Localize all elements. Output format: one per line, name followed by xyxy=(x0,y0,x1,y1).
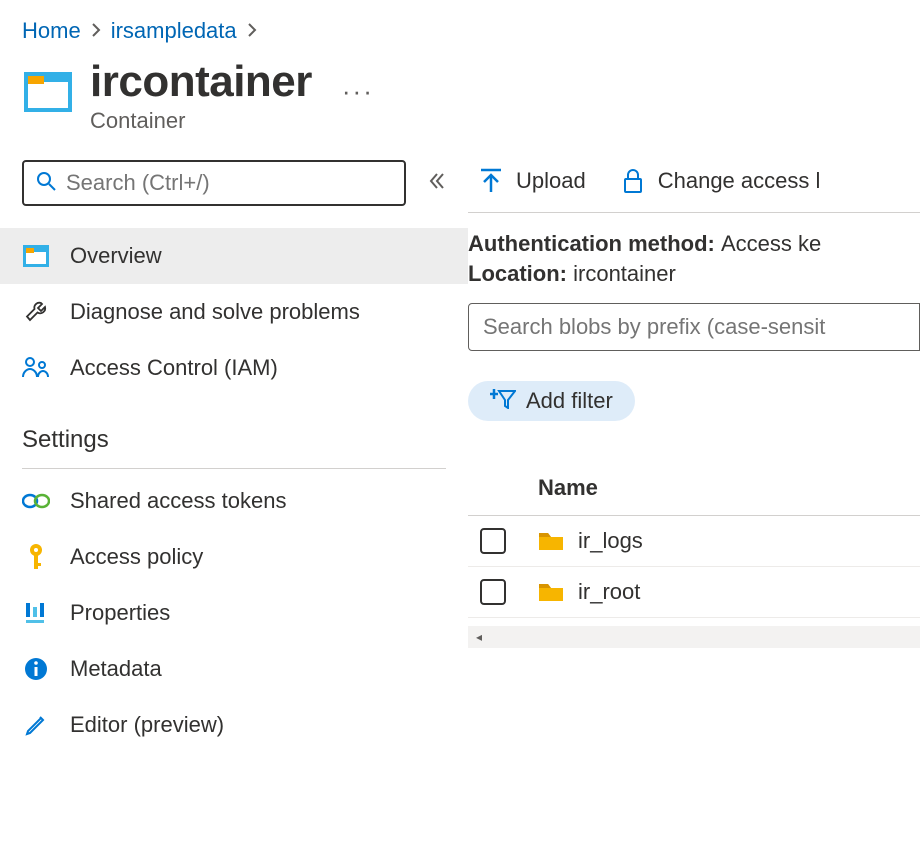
nav-overview-label: Overview xyxy=(70,243,162,269)
nav-editor-label: Editor (preview) xyxy=(70,712,224,738)
nav-iam[interactable]: Access Control (IAM) xyxy=(0,340,468,396)
upload-button[interactable]: Upload xyxy=(478,168,586,194)
change-access-label: Change access l xyxy=(658,168,821,194)
table-row[interactable]: ir_logs xyxy=(468,516,920,567)
blob-table: Name ir_logs ir_root xyxy=(468,465,920,648)
sidebar-search[interactable] xyxy=(22,160,406,206)
search-icon xyxy=(36,171,56,196)
pencil-icon xyxy=(22,711,50,739)
scroll-left-button[interactable]: ◂ xyxy=(468,626,490,648)
nav-sas[interactable]: Shared access tokens xyxy=(0,473,468,529)
row-checkbox[interactable] xyxy=(480,579,506,605)
horizontal-scrollbar[interactable]: ◂ xyxy=(468,626,920,648)
column-name[interactable]: Name xyxy=(538,475,598,501)
nav-editor[interactable]: Editor (preview) xyxy=(0,697,468,753)
change-access-button[interactable]: Change access l xyxy=(620,168,821,194)
nav-metadata-label: Metadata xyxy=(70,656,162,682)
add-filter-label: Add filter xyxy=(526,388,613,414)
more-menu-button[interactable]: ··· xyxy=(328,58,374,107)
info-icon xyxy=(22,655,50,683)
row-name: ir_root xyxy=(578,579,640,605)
nav-metadata[interactable]: Metadata xyxy=(0,641,468,697)
nav-diagnose[interactable]: Diagnose and solve problems xyxy=(0,284,468,340)
container-small-icon xyxy=(22,242,50,270)
table-header: Name xyxy=(468,465,920,516)
breadcrumb-resource[interactable]: irsampledata xyxy=(111,18,237,44)
divider xyxy=(22,468,446,469)
page-title-row: ircontainer Container ··· xyxy=(0,52,920,142)
upload-icon xyxy=(478,168,504,194)
chevron-right-icon xyxy=(247,21,257,42)
chevron-right-icon xyxy=(91,21,101,42)
nav-overview[interactable]: Overview xyxy=(0,228,468,284)
wrench-icon xyxy=(22,298,50,326)
container-icon xyxy=(22,66,74,118)
location: Location: ircontainer xyxy=(468,259,920,289)
key-icon xyxy=(22,543,50,571)
auth-method: Authentication method: Access ke xyxy=(468,229,920,259)
nav-sas-label: Shared access tokens xyxy=(70,488,286,514)
add-filter-button[interactable]: Add filter xyxy=(468,381,635,421)
people-icon xyxy=(22,354,50,382)
lock-icon xyxy=(620,168,646,194)
sidebar: Overview Diagnose and solve problems Acc… xyxy=(0,160,468,753)
nav-iam-label: Access Control (IAM) xyxy=(70,355,278,381)
folder-icon xyxy=(538,581,564,603)
page-title: ircontainer xyxy=(90,58,312,106)
breadcrumb-home[interactable]: Home xyxy=(22,18,81,44)
link-icon xyxy=(22,487,50,515)
nav-policy[interactable]: Access policy xyxy=(0,529,468,585)
collapse-sidebar-button[interactable] xyxy=(428,172,446,195)
upload-label: Upload xyxy=(516,168,586,194)
nav-diagnose-label: Diagnose and solve problems xyxy=(70,299,360,325)
settings-header: Settings xyxy=(0,396,468,464)
blob-search[interactable] xyxy=(468,303,920,351)
properties-icon xyxy=(22,599,50,627)
main-content: Upload Change access l Authentication me… xyxy=(468,160,920,753)
breadcrumb: Home irsampledata xyxy=(0,0,920,52)
sidebar-search-input[interactable] xyxy=(66,170,392,196)
page-subtitle: Container xyxy=(90,108,312,134)
action-bar: Upload Change access l xyxy=(468,160,920,208)
table-row[interactable]: ir_root xyxy=(468,567,920,618)
row-checkbox[interactable] xyxy=(480,528,506,554)
nav-properties-label: Properties xyxy=(70,600,170,626)
blob-search-input[interactable] xyxy=(483,314,905,340)
row-name: ir_logs xyxy=(578,528,643,554)
nav-properties[interactable]: Properties xyxy=(0,585,468,641)
divider xyxy=(468,212,920,213)
folder-icon xyxy=(538,530,564,552)
filter-icon xyxy=(490,387,516,415)
nav-policy-label: Access policy xyxy=(70,544,203,570)
